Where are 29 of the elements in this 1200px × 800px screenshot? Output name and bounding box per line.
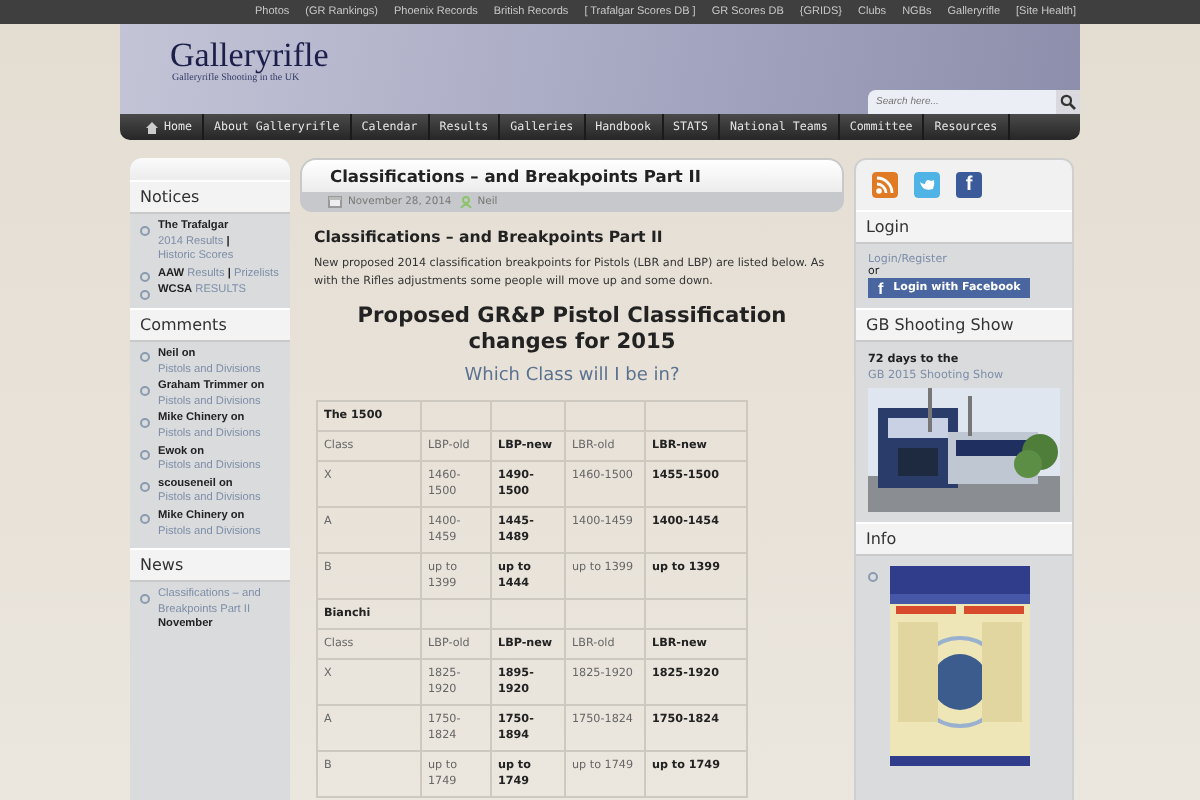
widget-title: News <box>130 548 290 583</box>
bullet-icon <box>868 571 878 581</box>
bullet-icon <box>140 482 150 493</box>
site-title[interactable]: Galleryrifle <box>170 38 329 74</box>
user-icon <box>459 196 472 208</box>
bullet-icon <box>140 289 150 300</box>
widget-title: GB Shooting Show <box>856 308 1072 342</box>
search-icon <box>1060 94 1076 110</box>
widget-title: Comments <box>130 307 290 342</box>
bullet-icon <box>140 385 150 396</box>
bullet-icon <box>140 272 150 283</box>
bullet-icon <box>140 593 150 604</box>
search-button[interactable] <box>1056 90 1080 114</box>
rss-icon[interactable] <box>872 172 898 198</box>
bird-icon[interactable] <box>914 172 940 198</box>
facebook-icon[interactable]: f <box>956 172 982 198</box>
widget-title: Notices <box>130 180 290 214</box>
bullet-icon <box>140 225 150 235</box>
post-title[interactable]: Classifications – and Breakpoints Part II <box>300 158 844 192</box>
bullet-icon <box>140 352 150 363</box>
home-icon <box>146 121 158 133</box>
widget-title: Login <box>856 210 1072 244</box>
widget-title: Info <box>856 522 1072 556</box>
section-subheading: Which Class will I be in? <box>462 366 682 386</box>
bullet-icon <box>140 450 150 461</box>
bullet-icon <box>140 514 150 525</box>
bullet-icon <box>140 417 150 428</box>
calendar-icon <box>328 196 342 208</box>
section-heading: Proposed GR&P Pistol Classification changes for 2015 <box>355 304 789 356</box>
